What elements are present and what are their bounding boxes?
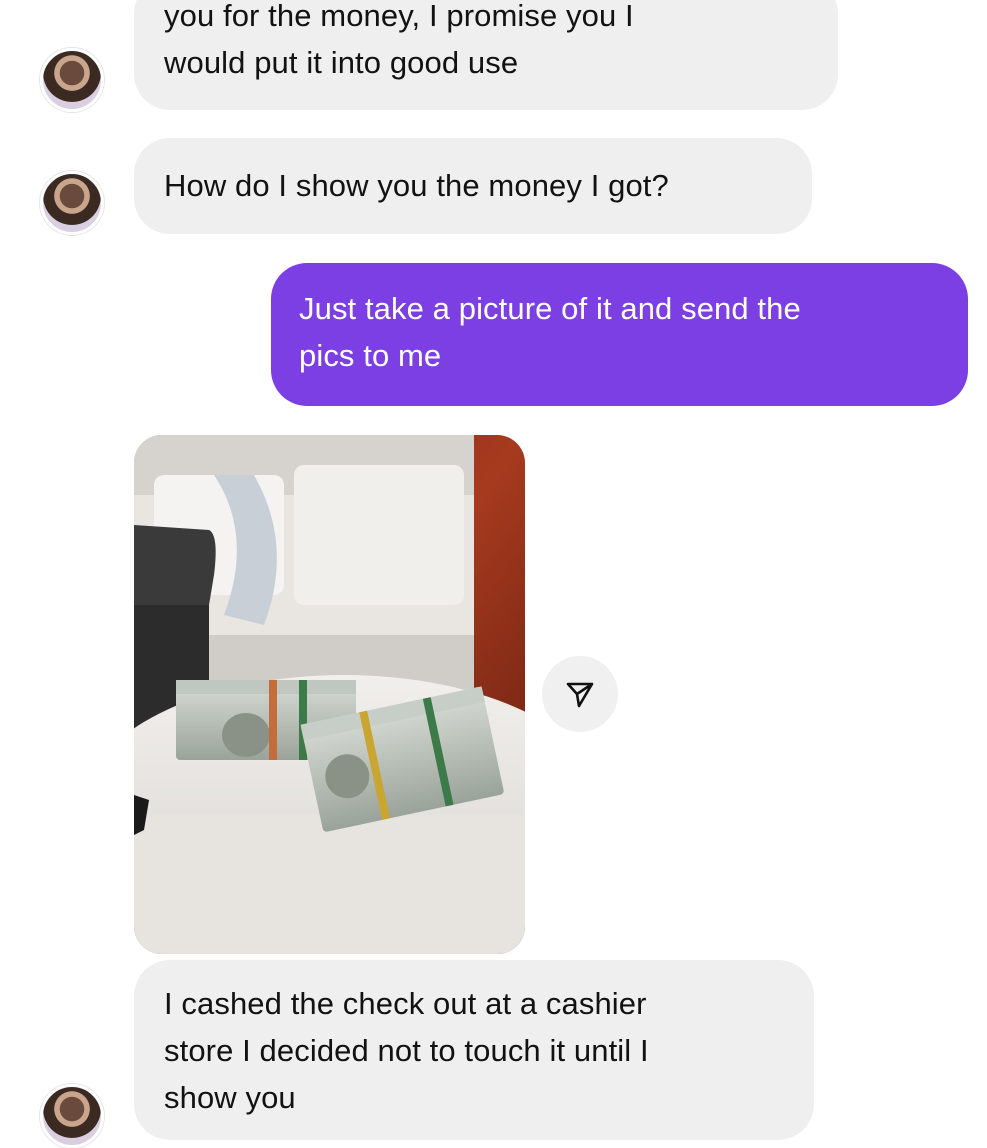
message-line: store I decided not to touch it until I — [164, 1033, 649, 1068]
message-line: you for the money, I promise you I — [164, 0, 634, 33]
message-line: show you — [164, 1080, 296, 1115]
message-thread: you for the money, I promise you I would… — [0, 0, 987, 1148]
sender-avatar[interactable] — [40, 48, 104, 112]
message-bubble-incoming[interactable]: How do I show you the money I got? — [134, 138, 812, 234]
message-bubble-incoming[interactable]: I cashed the check out at a cashier stor… — [134, 960, 814, 1140]
cash-photo — [134, 435, 525, 954]
message-line: I cashed the check out at a cashier — [164, 986, 647, 1021]
message-bubble-outgoing[interactable]: Just take a picture of it and send the p… — [271, 263, 968, 406]
photo-message[interactable] — [134, 435, 525, 954]
message-line: How do I show you the money I got? — [164, 168, 669, 203]
message-line: would put it into good use — [164, 45, 519, 80]
sender-avatar[interactable] — [40, 171, 104, 235]
share-button[interactable] — [542, 656, 618, 732]
message-bubble-incoming[interactable]: you for the money, I promise you I would… — [134, 0, 838, 110]
message-line: Just take a picture of it and send the — [299, 291, 801, 326]
share-icon — [566, 682, 594, 708]
sender-avatar[interactable] — [40, 1084, 104, 1148]
message-line: pics to me — [299, 338, 442, 373]
